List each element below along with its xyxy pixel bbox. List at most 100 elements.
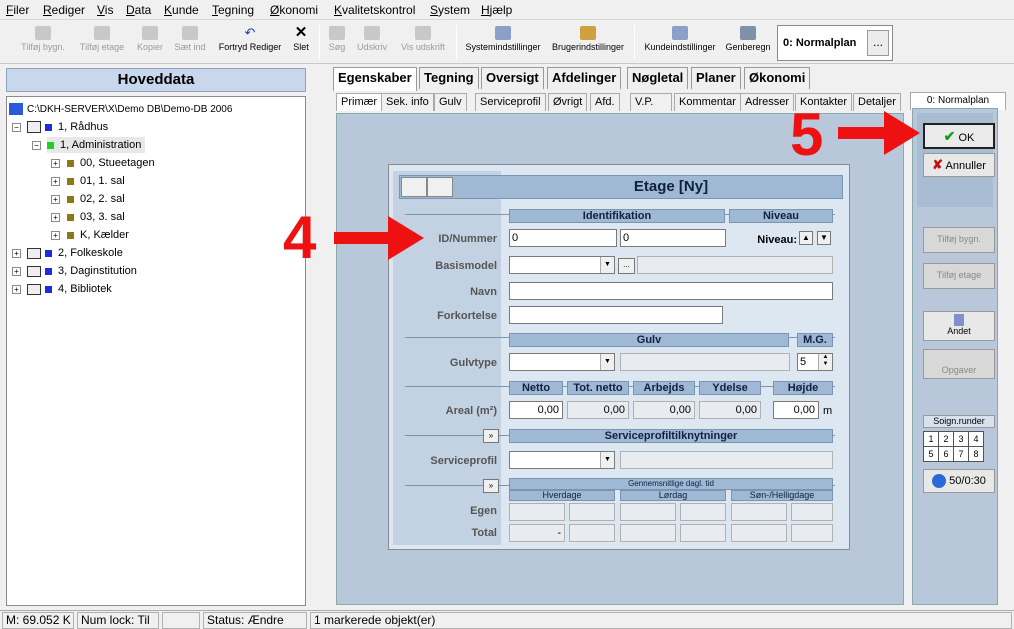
round-1[interactable]: 1 — [923, 431, 939, 447]
building-icon — [27, 283, 41, 295]
tasks-button[interactable]: Opgaver — [923, 349, 995, 379]
niveau-up-button[interactable]: ▲ — [799, 231, 813, 245]
tab-detaljer[interactable]: Detaljer — [853, 93, 901, 111]
tab-nogletal[interactable]: Nøgletal — [627, 67, 689, 89]
tab-oversigt[interactable]: Oversigt — [481, 67, 544, 89]
menu-kunde[interactable]: Kunde — [164, 3, 199, 17]
tab-adresser[interactable]: Adresser — [740, 93, 795, 111]
menu-kvalitetskontrol[interactable]: Kvalitetskontrol — [334, 3, 415, 17]
print-button[interactable]: Udskriv — [353, 24, 391, 61]
tree-root[interactable]: C:\DKH-SERVER\X\Demo DB\Demo-DB 2006 — [9, 101, 232, 117]
user-settings-button[interactable]: Brugerindstillinger — [549, 24, 627, 61]
collapse-toggle[interactable]: − — [32, 141, 41, 150]
tab-afdelinger[interactable]: Afdelinger — [547, 67, 622, 89]
collapse-toggle[interactable]: − — [12, 123, 21, 132]
menu-okonomi[interactable]: Økonomi — [270, 3, 318, 17]
basismodel-browse-button[interactable]: ... — [618, 258, 635, 274]
tree-node-2-sal[interactable]: 02, 2. sal — [67, 191, 125, 207]
tree-node-bibliotek[interactable]: 4, Bibliotek — [27, 281, 112, 297]
search-button[interactable]: Søg — [326, 24, 348, 61]
paste-button[interactable]: Sæt ind — [171, 24, 209, 61]
id-input[interactable]: 0 — [509, 229, 617, 247]
tree-node-kaelder[interactable]: K, Kælder — [67, 227, 129, 243]
tree-node-folkeskole[interactable]: 2, Folkeskole — [27, 245, 123, 261]
round-4[interactable]: 4 — [968, 431, 984, 447]
expand-toggle[interactable]: + — [12, 249, 21, 258]
menu-filer[interactable]: Filer — [6, 3, 29, 17]
tab-sek-info[interactable]: Sek. info — [381, 93, 434, 111]
stepper-arrows-icon[interactable]: ▲ ▼ — [818, 354, 832, 370]
expand-toggle[interactable]: + — [51, 195, 60, 204]
menu-data[interactable]: Data — [126, 3, 151, 17]
navn-input[interactable] — [509, 282, 833, 300]
tab-gulv[interactable]: Gulv — [434, 93, 467, 111]
expand-toggle[interactable]: + — [12, 285, 21, 294]
mg-stepper[interactable]: 5 ▲ ▼ — [797, 353, 833, 371]
add-building-side-button[interactable]: Tilføj bygn. — [923, 227, 995, 253]
add-building-button[interactable]: Tilføj bygn. — [14, 24, 72, 61]
time-expand-button[interactable]: » — [483, 479, 499, 493]
tree-node-stueetagen[interactable]: 00, Stueetagen — [67, 155, 155, 171]
other-button[interactable]: Andet — [923, 311, 995, 341]
tree-node-daginstitution[interactable]: 3, Daginstitution — [27, 263, 137, 279]
netto-input[interactable]: 0,00 — [509, 401, 563, 419]
gulvtype-select[interactable]: ▼ — [509, 353, 615, 371]
add-floor-button[interactable]: Tilføj etage — [76, 24, 128, 61]
delete-button[interactable]: ✕ Slet — [290, 24, 312, 61]
menu-vis[interactable]: Vis — [97, 3, 113, 17]
copy-button[interactable]: Kopier — [133, 24, 167, 61]
service-expand-button[interactable]: » — [483, 429, 499, 443]
forkortelse-input[interactable] — [509, 306, 723, 324]
plan-browse-button[interactable]: ... — [867, 30, 889, 56]
round-2[interactable]: 2 — [938, 431, 954, 447]
round-5[interactable]: 5 — [923, 446, 939, 462]
undo-edit-button[interactable]: ↶ Fortryd Rediger — [214, 24, 286, 61]
tree-node-3-sal[interactable]: 03, 3. sal — [67, 209, 125, 225]
tab-tegning[interactable]: Tegning — [419, 67, 479, 89]
tab-egenskaber[interactable]: Egenskaber — [333, 67, 417, 91]
tree-node-raadhus[interactable]: 1, Rådhus — [27, 119, 108, 135]
print-preview-button[interactable]: Vis udskrift — [396, 24, 450, 61]
recalculate-button[interactable]: Genberegn — [723, 24, 773, 61]
expand-toggle[interactable]: + — [51, 177, 60, 186]
tree-node-1-sal[interactable]: 01, 1. sal — [67, 173, 125, 189]
round-7[interactable]: 7 — [953, 446, 969, 462]
round-8[interactable]: 8 — [968, 446, 984, 462]
tab-afd[interactable]: Afd. — [590, 93, 620, 111]
tab-vp[interactable]: V.P. — [630, 93, 672, 111]
expand-toggle[interactable]: + — [12, 267, 21, 276]
tab-serviceprofil[interactable]: Serviceprofil — [475, 93, 546, 111]
tree-node-administration[interactable]: 1, Administration — [47, 137, 146, 153]
expand-toggle[interactable]: + — [51, 159, 60, 168]
basismodel-select[interactable]: ▼ — [509, 256, 615, 274]
customer-settings-button[interactable]: Kundeindstillinger — [642, 24, 718, 61]
niveau-down-button[interactable]: ▼ — [817, 231, 831, 245]
add-floor-side-button[interactable]: Tilføj etage — [923, 263, 995, 289]
system-settings-button[interactable]: Systemindstillinger — [462, 24, 544, 61]
tab-kommentar[interactable]: Kommentar — [674, 93, 741, 111]
right-panel: ✔ OK ✘ Annuller Tilføj bygn. Tilføj etag… — [912, 108, 998, 605]
floor-icon — [67, 213, 74, 221]
total-son-h — [731, 524, 787, 542]
menu-rediger[interactable]: Rediger — [43, 3, 85, 17]
tab-ovrigt[interactable]: Øvrigt — [548, 93, 588, 111]
tab-primaer[interactable]: Primær — [336, 93, 383, 111]
expand-toggle[interactable]: + — [51, 213, 60, 222]
menu-system[interactable]: System — [430, 3, 470, 17]
menu-hjaelp[interactable]: Hjælp — [481, 3, 512, 17]
nummer-input[interactable]: 0 — [620, 229, 726, 247]
menu-tegning[interactable]: Tegning — [212, 3, 254, 17]
round-6[interactable]: 6 — [938, 446, 954, 462]
ok-button[interactable]: ✔ OK — [923, 123, 995, 149]
hojde-input[interactable]: 0,00 — [773, 401, 819, 419]
time-button[interactable]: 50/0:30 — [923, 469, 995, 493]
expand-toggle[interactable]: + — [51, 231, 60, 240]
serviceprofil-select[interactable]: ▼ — [509, 451, 615, 469]
plan-selector[interactable]: 0: Normalplan ... — [777, 25, 893, 61]
tab-okonomi[interactable]: Økonomi — [744, 67, 811, 89]
tot-netto-display: 0,00 — [567, 401, 629, 419]
cancel-button[interactable]: ✘ Annuller — [923, 153, 995, 177]
data-tree[interactable]: C:\DKH-SERVER\X\Demo DB\Demo-DB 2006 − 1… — [6, 96, 306, 606]
round-3[interactable]: 3 — [953, 431, 969, 447]
tab-planer[interactable]: Planer — [691, 67, 741, 89]
